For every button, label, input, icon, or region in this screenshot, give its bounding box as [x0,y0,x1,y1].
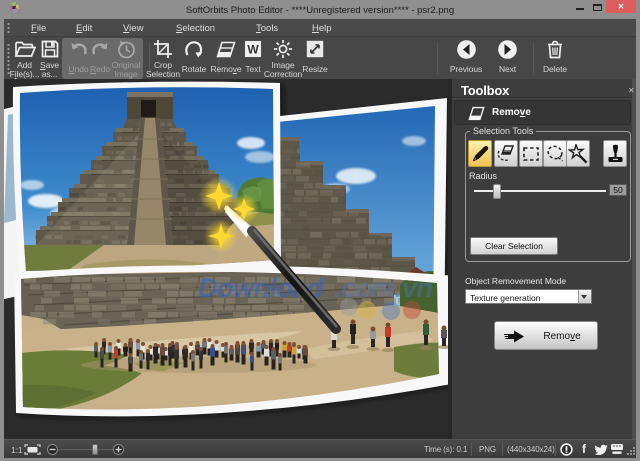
svg-text:W: W [247,43,259,57]
